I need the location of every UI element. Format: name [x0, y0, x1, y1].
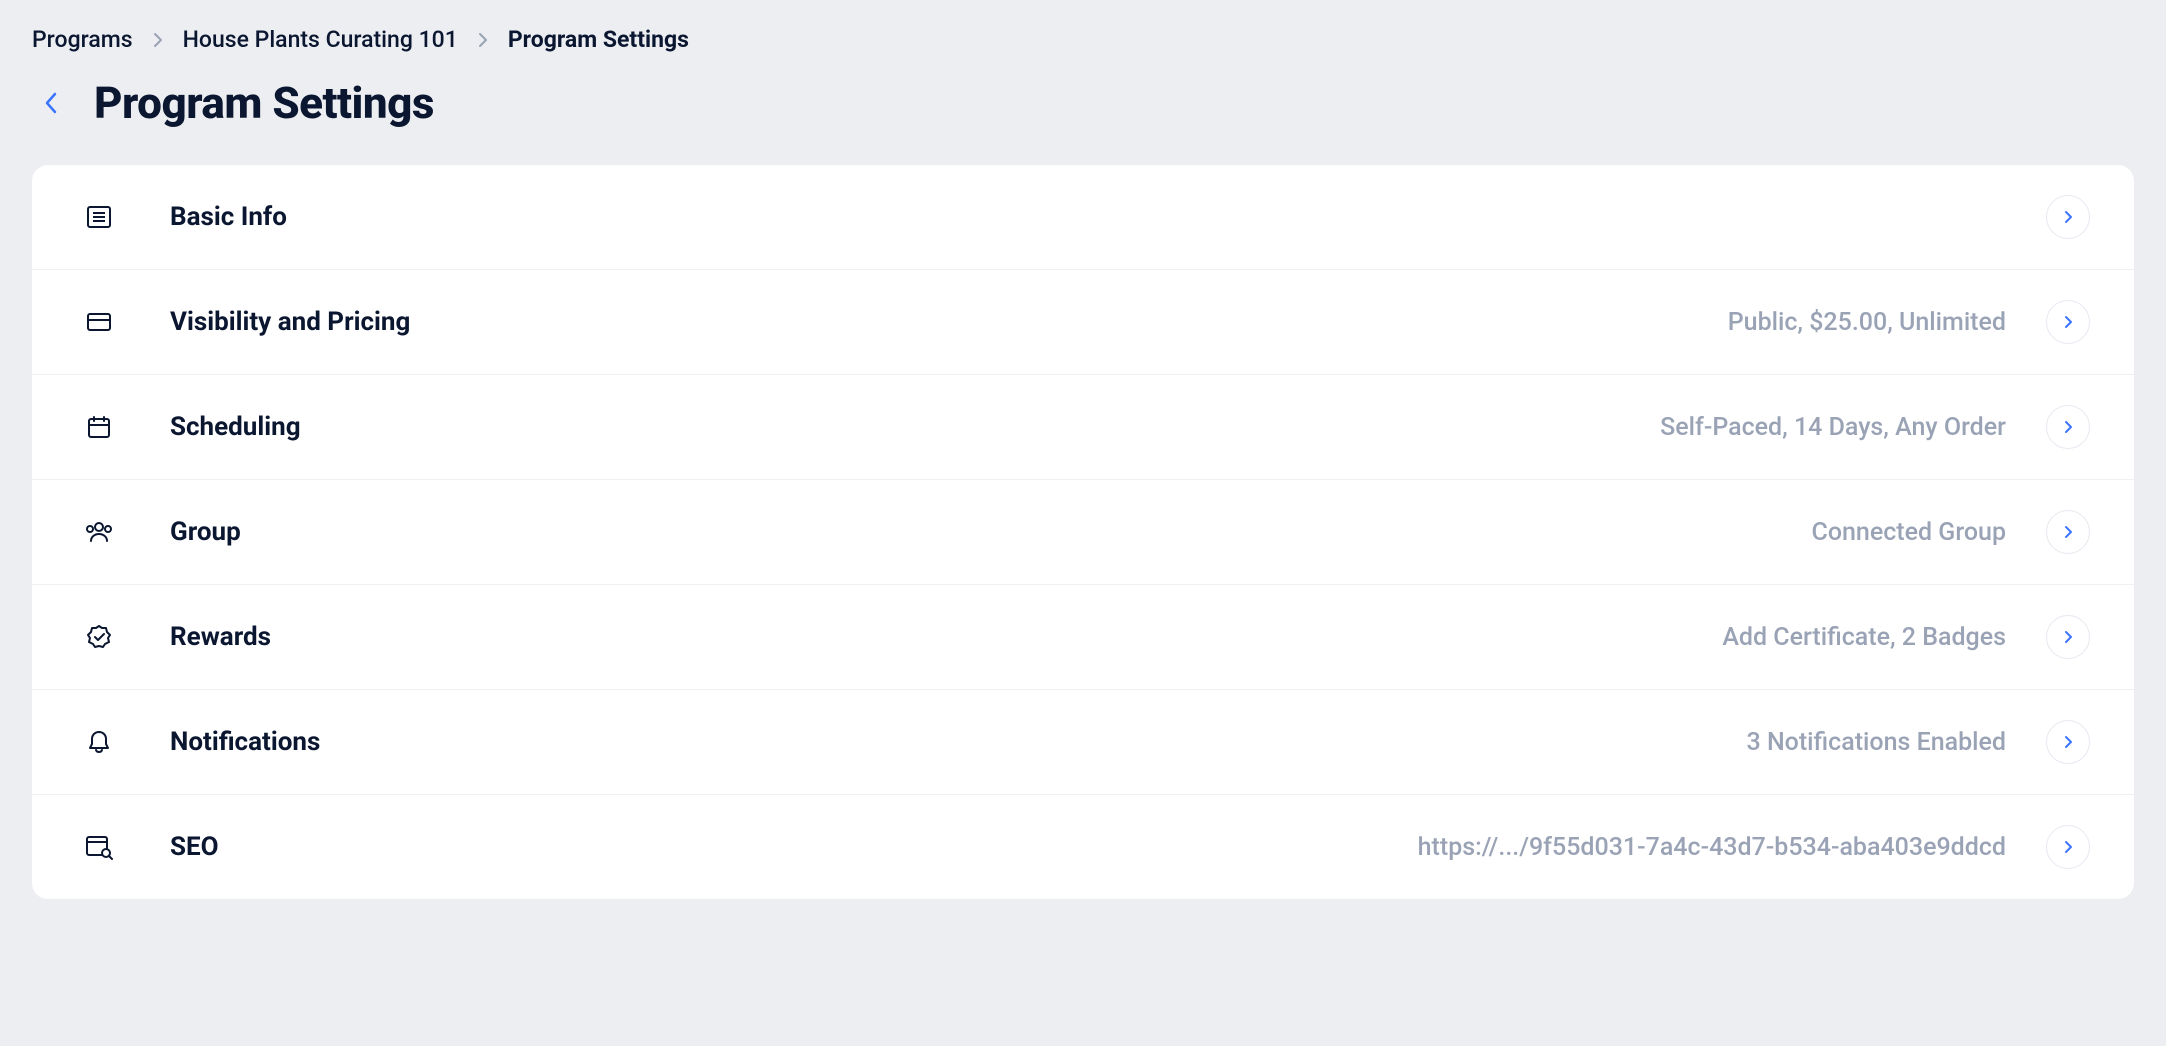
row-summary: Add Certificate, 2 Badges — [1722, 623, 2006, 652]
row-label: Basic Info — [170, 202, 287, 232]
row-seo[interactable]: SEO https://.../9f55d031-7a4c-43d7-b534-… — [32, 795, 2134, 899]
row-rewards[interactable]: Rewards Add Certificate, 2 Badges — [32, 585, 2134, 690]
chevron-right-icon — [2046, 720, 2090, 764]
row-summary: Public, $25.00, Unlimited — [1728, 308, 2006, 337]
breadcrumb-program-name[interactable]: House Plants Curating 101 — [183, 26, 458, 53]
row-label: SEO — [170, 832, 219, 862]
row-label: Visibility and Pricing — [170, 307, 410, 337]
browser-search-icon — [84, 832, 114, 862]
row-label: Scheduling — [170, 412, 301, 442]
chevron-right-icon — [2046, 195, 2090, 239]
chevron-right-icon — [478, 32, 488, 48]
bell-icon — [84, 727, 114, 757]
row-group[interactable]: Group Connected Group — [32, 480, 2134, 585]
row-scheduling[interactable]: Scheduling Self-Paced, 14 Days, Any Orde… — [32, 375, 2134, 480]
settings-card: Basic Info Visibility and Pricing Public… — [32, 165, 2134, 899]
row-summary: https://.../9f55d031-7a4c-43d7-b534-aba4… — [1418, 833, 2006, 862]
breadcrumb-programs[interactable]: Programs — [32, 26, 133, 53]
row-summary: Self-Paced, 14 Days, Any Order — [1660, 413, 2006, 442]
breadcrumb-current: Program Settings — [508, 26, 689, 53]
row-visibility-pricing[interactable]: Visibility and Pricing Public, $25.00, U… — [32, 270, 2134, 375]
chevron-right-icon — [153, 32, 163, 48]
back-button[interactable] — [36, 81, 66, 125]
row-label: Rewards — [170, 622, 271, 652]
group-icon — [84, 517, 114, 547]
list-icon — [84, 202, 114, 232]
row-summary: Connected Group — [1812, 518, 2006, 547]
chevron-right-icon — [2046, 615, 2090, 659]
calendar-icon — [84, 412, 114, 442]
row-summary: 3 Notifications Enabled — [1747, 728, 2006, 757]
chevron-right-icon — [2046, 510, 2090, 554]
chevron-right-icon — [2046, 825, 2090, 869]
chevron-right-icon — [2046, 405, 2090, 449]
row-label: Notifications — [170, 727, 320, 757]
badge-icon — [84, 622, 114, 652]
card-icon — [84, 307, 114, 337]
breadcrumb: Programs House Plants Curating 101 Progr… — [32, 20, 2134, 71]
page-title: Program Settings — [94, 77, 434, 129]
chevron-right-icon — [2046, 300, 2090, 344]
row-basic-info[interactable]: Basic Info — [32, 165, 2134, 270]
row-label: Group — [170, 517, 241, 547]
row-notifications[interactable]: Notifications 3 Notifications Enabled — [32, 690, 2134, 795]
